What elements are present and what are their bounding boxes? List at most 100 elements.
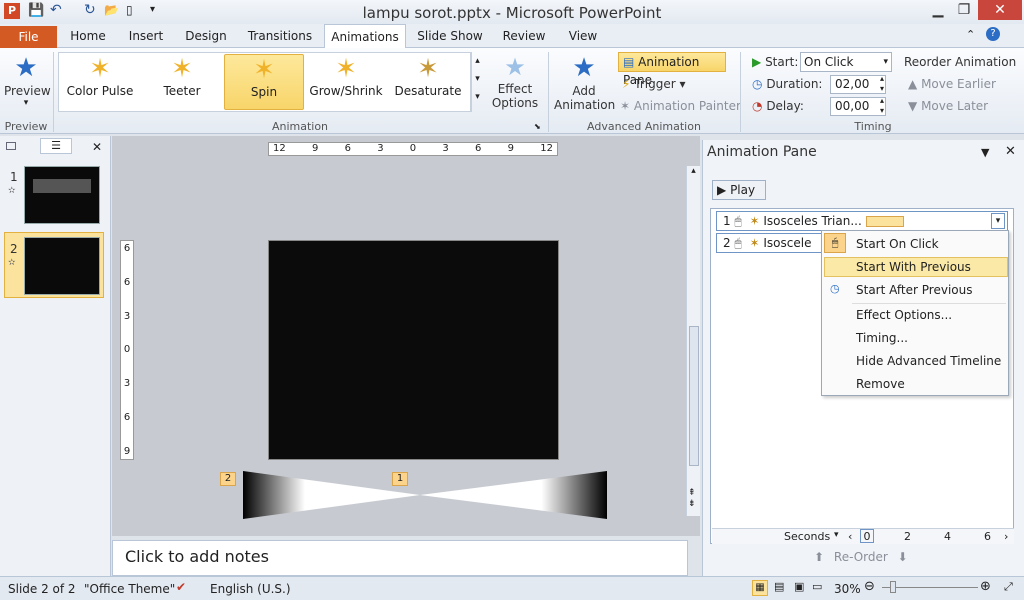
delay-stepper[interactable]: ▴ ▾: [880, 96, 884, 116]
tab-insert[interactable]: Insert: [124, 24, 168, 48]
animation-painter-button[interactable]: ✶ Animation Painter: [620, 99, 741, 113]
menu-timing[interactable]: Timing...: [856, 327, 908, 349]
ruler-tick: 6: [475, 143, 482, 154]
delay-input[interactable]: 00,00: [830, 97, 886, 116]
menu-remove[interactable]: Remove: [856, 373, 905, 395]
move-later-button[interactable]: ▼ Move Later: [908, 99, 988, 113]
tab-review[interactable]: Review: [498, 24, 550, 48]
dialog-launcher-icon[interactable]: ⬊: [534, 122, 541, 131]
trigger-button[interactable]: ⚡ Trigger ▾: [622, 77, 686, 91]
zoom-in-icon[interactable]: ⊕: [980, 579, 991, 594]
isosceles-triangle-right[interactable]: [420, 471, 607, 519]
scroll-thumb[interactable]: [689, 326, 699, 466]
effect-teeter[interactable]: ✶ Teeter: [142, 54, 222, 110]
tab-home[interactable]: Home: [64, 24, 112, 48]
close-pane-icon[interactable]: ✕: [92, 140, 102, 154]
effect-label: Color Pulse: [66, 84, 134, 98]
effect-spin[interactable]: ✶ Spin: [224, 54, 304, 110]
zoom-thumb[interactable]: [890, 581, 896, 593]
timeline-label: 2: [904, 530, 911, 543]
color-pulse-star-icon: ✶: [89, 54, 111, 84]
zoom-out-icon[interactable]: ⊖: [864, 579, 875, 594]
restore-icon[interactable]: ❐: [950, 0, 978, 20]
effect-color-pulse[interactable]: ✶ Color Pulse: [60, 54, 140, 110]
zoom-level[interactable]: 30%: [834, 582, 861, 596]
preview-button[interactable]: ★ Preview ▾: [4, 52, 51, 118]
zoom-slider[interactable]: [882, 587, 978, 588]
start-value: On Click: [804, 55, 854, 69]
chevron-down-icon[interactable]: ▾: [991, 213, 1005, 229]
item-name: Isoscele: [763, 236, 812, 250]
pane-options-icon[interactable]: ▼: [981, 146, 989, 159]
timeline-right-icon[interactable]: ›: [1004, 530, 1008, 543]
timeline-label: 4: [944, 530, 951, 543]
menu-start-with-previous[interactable]: Start With Previous: [856, 256, 971, 278]
notes-pane[interactable]: Click to add notes: [112, 540, 688, 576]
effect-options-button[interactable]: ★ Effect Options: [490, 52, 540, 116]
slide-scrollbar[interactable]: ▴: [686, 166, 700, 516]
ribbon-tabs: Home Insert Design Transitions Animation…: [0, 24, 1024, 49]
ruler-tick: 12: [540, 143, 553, 154]
context-menu: 🖱 Start On Click Start With Previous ◷ S…: [821, 230, 1009, 396]
close-icon[interactable]: ✕: [978, 0, 1022, 20]
reorder-down-icon[interactable]: ⬇: [898, 550, 908, 564]
theme-name[interactable]: "Office Theme": [84, 582, 175, 596]
menu-effect-options[interactable]: Effect Options...: [856, 304, 952, 326]
slide-canvas[interactable]: [268, 240, 559, 460]
normal-view-icon[interactable]: ▦: [752, 580, 768, 596]
duration-stepper[interactable]: ▴ ▾: [880, 74, 884, 94]
slide-thumbnail-2[interactable]: [24, 237, 100, 295]
minimize-icon[interactable]: ▁: [924, 0, 952, 20]
slides-tab-icon[interactable]: [6, 142, 16, 150]
slide-nav-arrows[interactable]: ⇞ ⇟: [688, 488, 696, 510]
slide-thumbnail-1[interactable]: [24, 166, 100, 224]
timeline-left-icon[interactable]: ‹: [848, 530, 852, 543]
group-label-animation: Animation: [271, 120, 329, 133]
tab-design[interactable]: Design: [180, 24, 232, 48]
start-select[interactable]: On Click ▾: [800, 52, 892, 72]
ruler-tick: 3: [123, 378, 131, 390]
duration-input[interactable]: 02,00: [830, 75, 886, 94]
clock-icon: ◷: [752, 77, 763, 91]
slide-number: 1: [10, 170, 18, 184]
help-icon[interactable]: ?: [986, 27, 1000, 41]
spellcheck-icon[interactable]: ✔: [176, 580, 186, 594]
tab-slide-show[interactable]: Slide Show: [414, 24, 486, 48]
add-animation-button[interactable]: ★ Add Animation: [554, 52, 615, 116]
animation-tag[interactable]: 1: [392, 472, 408, 486]
effect-grow-shrink[interactable]: ✶ Grow/Shrink: [306, 54, 386, 110]
menu-start-after-previous[interactable]: Start After Previous: [856, 279, 972, 301]
group-label-advanced: Advanced Animation: [587, 120, 701, 133]
animation-pane-button[interactable]: ▤ Animation Pane: [618, 52, 726, 87]
play-button[interactable]: ▶ Play: [712, 180, 766, 200]
gallery-scroll[interactable]: ▴ ▾ ▾: [470, 52, 484, 112]
minimize-ribbon-icon[interactable]: ⌃: [966, 28, 975, 41]
menu-start-on-click[interactable]: Start On Click: [856, 233, 939, 255]
reorder-up-icon[interactable]: ⬆: [814, 550, 824, 564]
animation-item[interactable]: 1 🖱 ✶ Isosceles Trian... ▾: [716, 211, 1008, 231]
item-number: 1: [723, 214, 731, 228]
slideshow-icon[interactable]: ▭: [812, 580, 822, 593]
menu-hide-advanced-timeline[interactable]: Hide Advanced Timeline: [856, 350, 1001, 372]
tab-transitions[interactable]: Transitions: [244, 24, 316, 48]
slide-sorter-icon[interactable]: ▤: [774, 580, 784, 593]
seconds-dropdown[interactable]: Seconds: [784, 530, 830, 543]
move-earlier-button[interactable]: ▲ Move Earlier: [908, 77, 996, 91]
animation-tag[interactable]: 2: [220, 472, 236, 486]
ruler-tick: 3: [442, 143, 449, 154]
language[interactable]: English (U.S.): [210, 582, 291, 596]
tab-view[interactable]: View: [562, 24, 604, 48]
fit-to-window-icon[interactable]: ⤢: [1004, 580, 1013, 594]
lightning-icon: ⚡: [622, 77, 631, 91]
reading-view-icon[interactable]: ▣: [794, 580, 804, 593]
mouse-click-icon: 🖱: [734, 236, 742, 250]
move-later-label: Move Later: [921, 99, 989, 113]
title-bar: P 💾 ↶ ↻ 📂 ▯ ▾ lampu sorot.pptx - Microso…: [0, 0, 1024, 24]
tab-file[interactable]: File: [0, 26, 57, 48]
close-icon[interactable]: ✕: [1005, 144, 1016, 159]
play-icon: ▶: [717, 183, 727, 197]
effect-desaturate[interactable]: ✶ Desaturate: [388, 54, 468, 110]
tab-animations[interactable]: Animations: [324, 24, 406, 49]
outline-tab-icon[interactable]: ☰: [40, 138, 72, 154]
ruler-tick: 12: [273, 143, 286, 154]
